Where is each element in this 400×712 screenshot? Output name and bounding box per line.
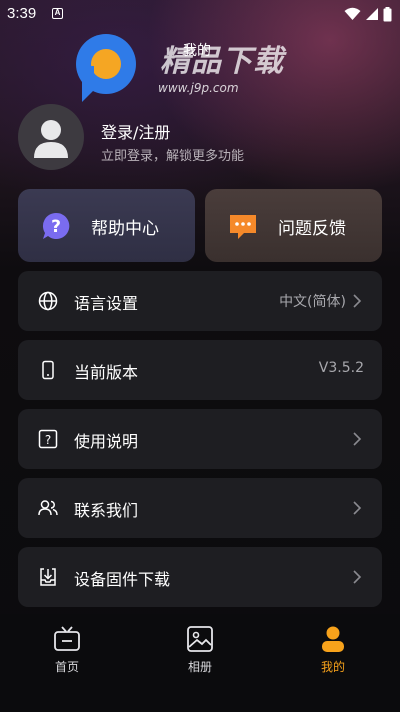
page-title: 我的: [183, 43, 211, 59]
chevron-right-icon: [353, 294, 362, 308]
watermark-logo: 精品下载 www.j9p.com: [68, 26, 328, 106]
status-icons: [344, 6, 392, 22]
login-subtitle: 立即登录，解锁更多功能: [101, 149, 245, 164]
wifi-icon: [344, 7, 361, 20]
battery-icon: [383, 6, 392, 21]
image-icon: [187, 626, 213, 652]
nav-mine-label: 我的: [320, 660, 345, 674]
login-register-link[interactable]: 登录/注册: [101, 119, 170, 143]
chevron-right-icon: [353, 501, 362, 515]
bottom-nav: 首页 相册 我的: [0, 614, 400, 712]
signal-icon: [366, 8, 378, 20]
nav-album-label: 相册: [187, 660, 212, 674]
firmware-download-label: 设备固件下载: [74, 570, 171, 589]
default-avatar-icon: [34, 120, 68, 158]
watermark-url: www.j9p.com: [158, 81, 239, 95]
phone-icon: [42, 360, 54, 380]
svg-text:?: ?: [45, 433, 51, 447]
feedback-label: 问题反馈: [278, 219, 346, 239]
contact-us-label: 联系我们: [74, 501, 139, 520]
download-tray-icon: [40, 568, 56, 586]
person-icon: [322, 626, 344, 652]
nav-home[interactable]: 首页: [27, 624, 107, 684]
users-icon: [38, 500, 58, 516]
help-center-card[interactable]: ? 帮助中心: [18, 189, 195, 262]
chevron-right-icon: [353, 570, 362, 584]
avatar[interactable]: [18, 104, 84, 170]
firmware-download-row[interactable]: 设备固件下载: [18, 547, 382, 607]
watermark-logo-text: 精品下载: [160, 44, 284, 79]
a-icon: A: [52, 8, 63, 19]
globe-icon: [38, 291, 58, 311]
help-center-label: 帮助中心: [91, 219, 159, 239]
instructions-row[interactable]: ? 使用说明: [18, 409, 382, 469]
contact-us-row[interactable]: 联系我们: [18, 478, 382, 538]
chat-bubble-icon: [230, 215, 256, 239]
current-version-label: 当前版本: [74, 363, 139, 382]
version-value: V3.5.2: [318, 360, 364, 376]
instructions-label: 使用说明: [74, 432, 139, 451]
language-settings-label: 语言设置: [74, 294, 139, 313]
status-bar: 3:39 A: [0, 0, 400, 28]
svg-text:?: ?: [51, 217, 61, 237]
profile-screen: 3:39 A 精品下载 www.j9p.com 我的 登录/注册 立即登录，解锁…: [0, 0, 400, 712]
question-box-icon: ?: [38, 429, 58, 449]
nav-album[interactable]: 相册: [160, 624, 240, 684]
tv-icon: [54, 626, 80, 651]
nav-mine[interactable]: 我的: [293, 624, 373, 684]
feedback-card[interactable]: 问题反馈: [205, 189, 382, 262]
nav-home-label: 首页: [54, 660, 79, 674]
status-time: 3:39: [7, 5, 37, 22]
question-bubble-icon: ?: [42, 212, 70, 239]
language-settings-row[interactable]: 语言设置 中文(简体): [18, 271, 382, 331]
language-value: 中文(简体): [279, 294, 346, 310]
chevron-right-icon: [353, 432, 362, 446]
current-version-row: 当前版本 V3.5.2: [18, 340, 382, 400]
